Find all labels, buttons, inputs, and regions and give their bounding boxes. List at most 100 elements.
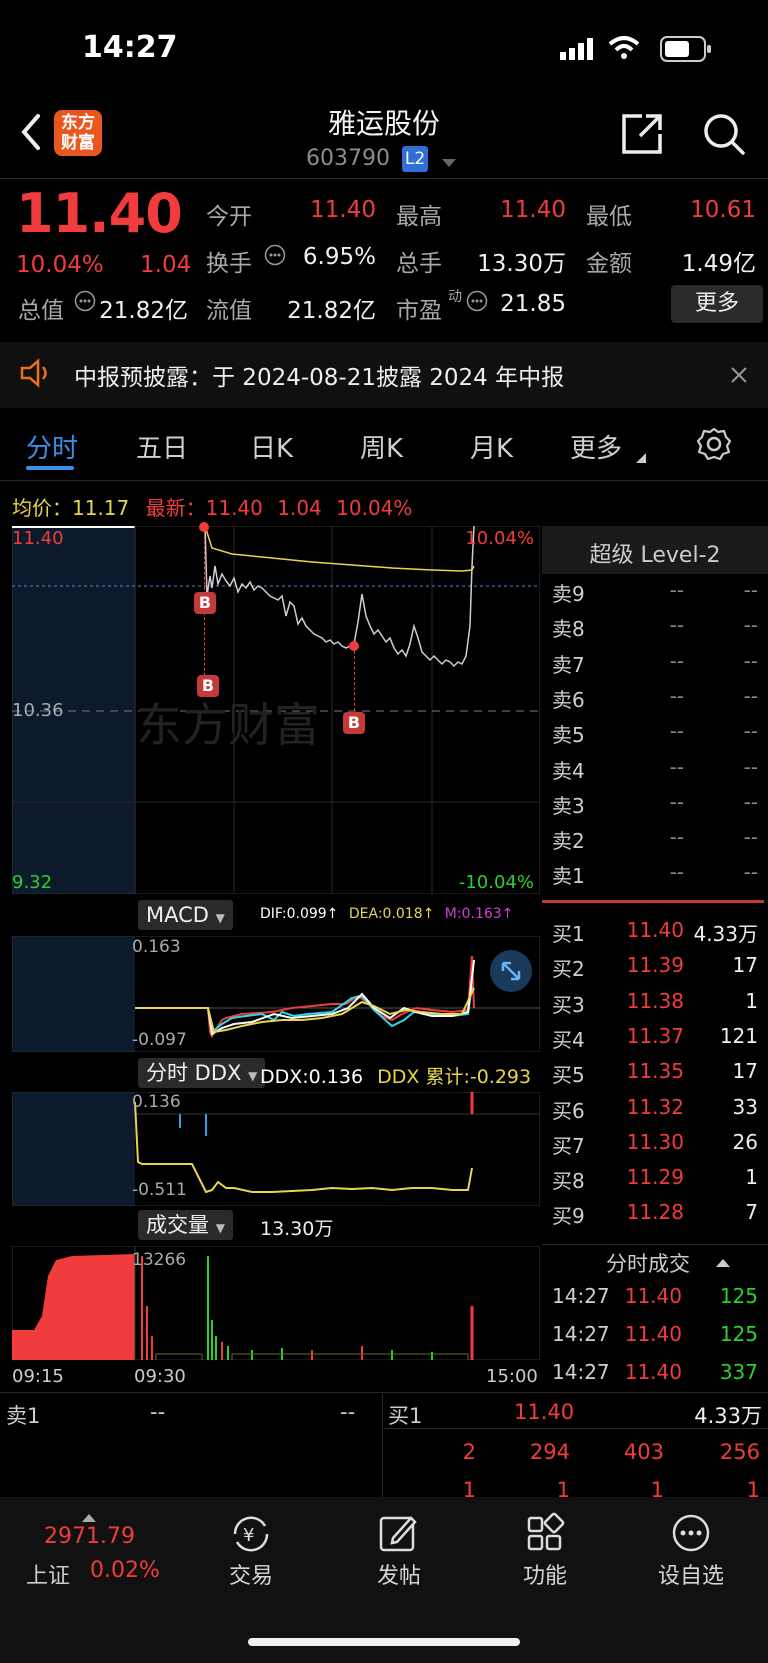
level2-badge[interactable]: L2 [402,146,428,172]
speaker-icon [18,358,54,392]
gear-icon[interactable] [696,426,732,466]
home-indicator [248,1638,520,1646]
sell-volume: -- [743,754,758,779]
notice-text: 中报预披露：于 2024-08-21披露 2024 年中报 [74,365,565,391]
macd-m: M:0.163↑ [444,906,514,922]
sell-price: -- [669,754,684,779]
buy-volume: 7 [745,1200,758,1225]
ddx-axis-top: 0.136 [132,1092,181,1112]
queue-cell: 294 [529,1440,570,1464]
caret-icon [636,448,646,467]
info-line: 均价：11.17 最新：11.40 1.04 10.04% [12,492,412,521]
trade-time: 14:27 [552,1322,610,1346]
marker-dot [199,522,209,532]
nav-trade[interactable]: 交易 [196,1558,306,1590]
macd-values: DIF:0.099↑ DEA:0.018↑ M:0.163↑ [260,906,513,922]
index-name[interactable]: 上证 [26,1558,70,1590]
trade-price: 11.40 [624,1360,682,1384]
queue-sell-label: 卖1 [6,1404,41,1428]
close-icon[interactable] [730,366,748,388]
nav-functions[interactable]: 功能 [490,1558,600,1590]
queue-buy-label: 买1 [388,1404,423,1428]
macd-chart[interactable] [11,935,541,1053]
tab-daily-k[interactable]: 日K [250,428,293,465]
volume-chart[interactable] [11,1245,541,1361]
price-axis-mid: 10.36 [12,700,64,721]
buy-price: 11.39 [626,953,684,978]
low-value: 10.61 [690,197,756,223]
share-icon[interactable] [620,112,664,160]
latest-value: 11.40 [205,496,263,520]
tab-intraday[interactable]: 分时 [26,428,78,465]
ddx-selector[interactable]: 分时 DDX ▼ [138,1058,266,1088]
chevron-up-icon[interactable] [716,1254,730,1273]
buy-marker[interactable]: B [197,675,219,697]
volume-selector[interactable]: 成交量 ▼ [138,1210,233,1240]
svg-text:¥: ¥ [243,1525,254,1546]
sell-volume: -- [743,789,758,814]
sell-label: 卖7 [552,652,585,677]
grid-icon[interactable] [490,1512,600,1562]
time-close: 15:00 [486,1366,538,1387]
sell-price: -- [669,825,684,850]
active-tab-indicator [26,466,74,470]
trade-icon[interactable]: ¥ [196,1514,306,1562]
buy-marker[interactable]: B [343,712,365,734]
total-volume-value: 13.30万 [477,251,566,277]
high-value: 11.40 [500,197,566,223]
ddx-label: 分时 DDX [146,1061,242,1085]
buy-label: 买8 [552,1169,585,1194]
sell-price: -- [669,648,684,673]
buy-volume: 17 [732,953,758,978]
ddx-value: DDX:0.136 [260,1066,364,1088]
tab-monthly-k[interactable]: 月K [470,428,513,465]
sell-volume: -- [743,825,758,850]
last-price: 11.40 [16,182,183,245]
info-dots-icon[interactable] [466,290,488,316]
tab-weekly-k[interactable]: 周K [360,428,403,465]
nav-watchlist[interactable]: 设自选 [636,1558,746,1590]
nav-post[interactable]: 发帖 [344,1558,454,1590]
trade-time: 14:27 [552,1284,610,1308]
more-dots-icon[interactable] [636,1512,746,1562]
sell-volume: -- [743,578,758,602]
queue-buy-volume: 4.33万 [694,1404,762,1428]
index-pct[interactable]: 0.02% [90,1558,160,1583]
latest-change: 1.04 [277,496,322,520]
battery-icon [660,36,712,66]
tab-five-day[interactable]: 五日 [136,428,188,465]
index-value[interactable]: 2971.79 [44,1524,135,1549]
sell-volume: -- [743,613,758,638]
buy-label: 买1 [552,922,585,946]
sell-label: 卖3 [552,793,585,818]
buy-volume: 33 [732,1094,758,1119]
tab-more[interactable]: 更多 [570,428,622,465]
ddx-values: DDX:0.136 DDX 累计:-0.293 [260,1062,531,1089]
float-cap-value: 21.82亿 [287,298,376,324]
sell-volume: -- [743,648,758,673]
amount-label: 金额 [586,251,632,277]
post-icon[interactable] [344,1512,454,1562]
ddx-chart[interactable] [11,1091,541,1207]
search-icon[interactable] [702,112,746,160]
latest-label: 最新： [145,496,206,520]
more-button[interactable]: 更多 [671,285,763,323]
signal-icon [560,38,598,64]
buy-marker[interactable]: B [194,592,216,614]
buy-volume: 121 [719,1023,758,1048]
amount-value: 1.49亿 [681,251,756,277]
chevron-down-icon[interactable] [442,154,456,173]
macd-selector[interactable]: MACD ▼ [138,900,233,930]
price-chart[interactable]: 东方财富 [11,524,541,895]
queue-sell-volume: -- [340,1400,356,1424]
ddx-chart-svg [11,1091,541,1207]
trades-title[interactable]: 分时成交 [606,1248,690,1278]
info-dots-icon[interactable] [264,244,286,270]
expand-icon[interactable] [490,950,532,992]
volume-chart-svg [11,1245,541,1361]
ddx-cumulative: DDX 累计:-0.293 [377,1066,532,1088]
info-dots-icon[interactable] [74,290,96,316]
marker-dot [349,641,359,651]
sell-volume: -- [743,683,758,708]
buy-label: 买9 [552,1204,585,1229]
